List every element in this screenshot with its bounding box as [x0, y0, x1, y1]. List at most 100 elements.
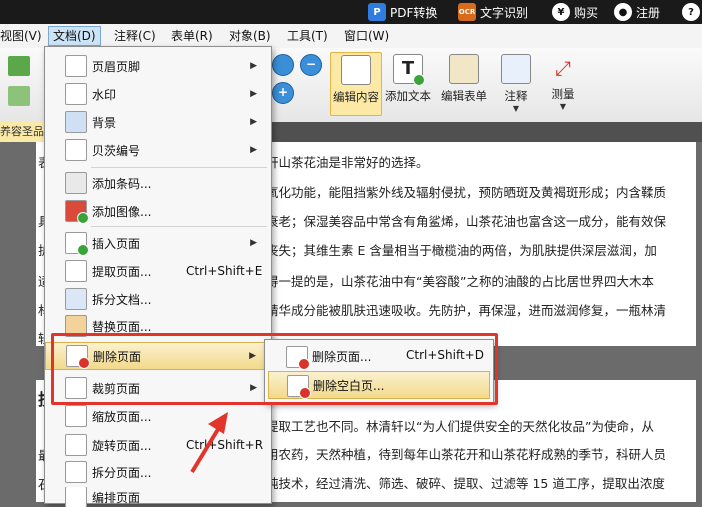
menu-object[interactable]: 对象(B)	[225, 27, 275, 45]
annotate-caret-icon: ▼	[512, 104, 520, 113]
menu-item-label: 拆分文档...	[92, 292, 152, 307]
menu-item-label: 缩放页面...	[92, 409, 152, 424]
edit-content-button[interactable]: 编辑内容	[330, 52, 382, 116]
ocr-button[interactable]: OCR 文字识别	[458, 0, 528, 24]
menu-tools[interactable]: 工具(T)	[283, 27, 332, 45]
user-icon: ●	[614, 3, 632, 21]
menu-item-arrange-pages[interactable]: 编排页面	[45, 487, 269, 507]
doc-line: 得一提的是，山茶花油中有“美容酸”之称的油酸的占比居世界四大木本	[266, 274, 654, 289]
menu-comment[interactable]: 注释(C)	[110, 27, 160, 45]
background-icon	[65, 111, 87, 133]
zoom-out-icon[interactable]: −	[300, 54, 322, 76]
register-button[interactable]: ● 注册	[614, 0, 660, 24]
ocr-label: 文字识别	[480, 5, 529, 20]
doc-line: 用农药，天然种植，待到每年山茶花开和山茶花籽成熟的季节，科研人员	[266, 447, 667, 462]
insert-page-icon	[65, 232, 89, 256]
zoom-add-icon[interactable]: +	[272, 82, 294, 104]
menu-item-label: 页眉页脚	[92, 59, 141, 74]
menu-separator	[91, 167, 267, 168]
menu-item-label: 编排页面	[92, 490, 141, 505]
menu-item-label: 贝茨编号	[92, 143, 141, 158]
doc-line: 氧化功能，能阻挡紫外线及辐射侵扰，预防晒斑及黄褐斑形成；内含鞣质	[266, 185, 667, 200]
annotate-button[interactable]: 注释 ▼	[494, 52, 538, 114]
menu-item-add-barcode[interactable]: 添加条码...	[45, 170, 269, 196]
menu-item-add-image[interactable]: 添加图像...	[45, 198, 269, 224]
split-document-icon	[65, 288, 87, 310]
doc-line: 丧失；其维生素 E 含量相当于橄榄油的两倍，为肌肤提供深层滋润，加	[266, 243, 657, 258]
arrange-pages-icon	[65, 487, 87, 507]
measure-button[interactable]: ⤢ 测量 ▼	[541, 52, 585, 114]
title-bar: P PDF转换 OCR 文字识别 ¥ 购买 ● 注册 ?	[0, 0, 702, 24]
back-arrow-icon[interactable]	[8, 56, 30, 76]
pdf-convert-label: PDF转换	[390, 5, 438, 20]
measure-icon: ⤢	[555, 56, 571, 80]
menu-window[interactable]: 窗口(W)	[340, 27, 393, 45]
add-text-button[interactable]: T 添加文本	[383, 52, 433, 114]
doc-line: 提取工艺也不同。林清轩以“为人们提供安全的天然化妆品”为使命，从	[266, 419, 654, 434]
submenu-arrow-icon: ▶	[250, 89, 257, 99]
doc-line: 衰老；保湿美容品中常含有角鲨烯，山茶花油也富含这一成分，能有效保	[266, 214, 667, 229]
doc-line: 轩山茶花油是非常好的选择。	[266, 155, 429, 170]
split-page-icon	[65, 461, 87, 483]
menu-view[interactable]: 视图(V)	[0, 27, 46, 45]
header-footer-icon	[65, 55, 87, 77]
edit-form-icon	[449, 54, 479, 84]
barcode-icon	[65, 172, 87, 194]
edit-content-label: 编辑内容	[333, 90, 379, 104]
edit-content-icon	[341, 55, 371, 85]
menu-item-header-footer[interactable]: 页眉页脚 ▶	[45, 53, 269, 79]
help-button[interactable]: ?	[682, 0, 700, 24]
zoom-in-icon[interactable]	[272, 54, 294, 76]
submenu-arrow-icon: ▶	[250, 117, 257, 127]
pdf-convert-icon: P	[368, 3, 386, 21]
menu-item-label: 提取页面...	[92, 264, 152, 279]
edit-form-label: 编辑表单	[441, 89, 487, 103]
menu-document[interactable]: 文档(D)	[48, 26, 101, 46]
watermark-icon	[65, 83, 87, 105]
help-icon: ?	[682, 3, 700, 21]
menu-item-label: 拆分页面...	[92, 465, 152, 480]
menu-item-label: 插入页面	[92, 236, 141, 251]
annotation-arrow-icon	[190, 412, 228, 474]
menu-item-background[interactable]: 背景 ▶	[45, 109, 269, 135]
submenu-arrow-icon: ▶	[250, 61, 257, 71]
measure-caret-icon: ▼	[559, 102, 567, 111]
menu-separator	[91, 226, 267, 227]
resize-page-icon	[65, 405, 87, 427]
buy-button[interactable]: ¥ 购买	[552, 0, 598, 24]
menu-item-bates-number[interactable]: 贝茨编号 ▶	[45, 137, 269, 163]
menu-form[interactable]: 表单(R)	[167, 27, 217, 45]
add-text-icon: T	[393, 54, 425, 86]
menu-item-label: 背景	[92, 115, 117, 130]
extract-page-icon	[65, 260, 87, 282]
bates-number-icon	[65, 139, 87, 161]
menu-item-extract-page[interactable]: 提取页面... Ctrl+Shift+E	[45, 258, 269, 284]
menu-item-split-document[interactable]: 拆分文档...	[45, 286, 269, 312]
menu-item-label: 添加条码...	[92, 176, 152, 191]
menu-item-label: 添加图像...	[92, 204, 152, 219]
menu-item-label: 旋转页面...	[92, 438, 152, 453]
menu-item-shortcut: Ctrl+Shift+E	[186, 264, 263, 278]
rotate-page-icon	[65, 434, 87, 456]
yen-icon: ¥	[552, 3, 570, 21]
measure-label: 测量	[551, 87, 575, 101]
menu-item-insert-page[interactable]: 插入页面 ▶	[45, 230, 269, 256]
register-label: 注册	[636, 5, 661, 20]
edit-form-button[interactable]: 编辑表单	[438, 52, 490, 114]
submenu-arrow-icon: ▶	[250, 238, 257, 248]
menu-item-watermark[interactable]: 水印 ▶	[45, 81, 269, 107]
document-tab[interactable]: 养容圣品-	[0, 122, 49, 142]
add-image-icon	[65, 200, 89, 224]
buy-label: 购买	[574, 5, 599, 20]
menu-item-label: 替换页面...	[92, 319, 152, 334]
add-text-label: 添加文本	[385, 89, 431, 103]
submenu-arrow-icon: ▶	[250, 145, 257, 155]
pdf-convert-button[interactable]: P PDF转换	[368, 0, 437, 24]
ocr-icon: OCR	[458, 3, 476, 21]
highlight-box	[51, 333, 498, 405]
menu-item-label: 水印	[92, 87, 117, 102]
annotate-label: 注释	[504, 89, 528, 103]
forward-arrow-icon[interactable]	[8, 86, 30, 106]
doc-line: 纯技术，经过清洗、筛选、破碎、提取、过滤等 15 道工序，提取出浓度	[266, 476, 665, 491]
annotate-icon	[501, 54, 531, 84]
